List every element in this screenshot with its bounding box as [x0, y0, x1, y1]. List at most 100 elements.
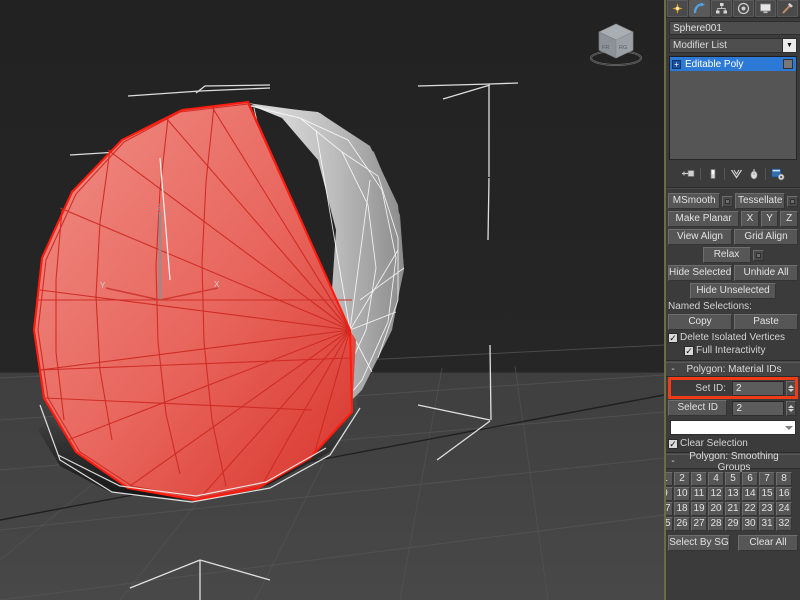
svg-text:Y: Y [100, 281, 106, 290]
grid-align-button[interactable]: Grid Align [734, 229, 798, 245]
command-panel-tabs[interactable] [666, 0, 800, 18]
display-tab[interactable] [755, 0, 776, 17]
relax-button[interactable]: Relax [702, 247, 751, 263]
material-ids-rollout-header[interactable]: - Polygon: Material IDs [666, 362, 800, 377]
motion-tab[interactable] [733, 0, 754, 17]
smoothing-group-16[interactable]: 16 [776, 487, 792, 501]
full-interactivity-checkbox[interactable]: ✓ [684, 345, 694, 356]
hierarchy-tab[interactable] [711, 0, 732, 17]
clear-all-button[interactable]: Clear All [738, 535, 798, 551]
material-name-dropdown[interactable] [670, 420, 796, 435]
copy-button[interactable]: Copy [668, 314, 732, 330]
smoothing-group-17[interactable]: 17 [666, 502, 673, 516]
remove-modifier-icon[interactable] [746, 167, 761, 182]
smoothing-groups-grid[interactable]: 1234567891011121314151617181920212223242… [666, 469, 800, 533]
material-ids-title: Polygon: Material IDs [686, 364, 782, 375]
set-id-field[interactable]: 2 [732, 381, 784, 396]
smoothing-group-25[interactable]: 25 [666, 517, 673, 531]
modifier-list-field[interactable]: Modifier List [669, 38, 783, 53]
smoothing-group-28[interactable]: 28 [708, 517, 724, 531]
smoothing-group-22[interactable]: 22 [742, 502, 758, 516]
smoothing-group-5[interactable]: 5 [725, 472, 741, 486]
clear-selection-checkbox[interactable]: ✓ [668, 438, 678, 449]
show-end-result-icon[interactable] [705, 167, 720, 182]
svg-text:FR: FR [602, 45, 609, 51]
msmooth-settings-button[interactable] [722, 195, 734, 207]
set-id-spinner[interactable] [786, 381, 796, 396]
viewcube-widget[interactable]: FR RG [585, 18, 647, 68]
smoothing-group-29[interactable]: 29 [725, 517, 741, 531]
select-id-field[interactable]: 2 [732, 400, 785, 416]
object-name-row[interactable] [666, 18, 800, 37]
toolbar-separator [700, 168, 701, 180]
smoothing-group-7[interactable]: 7 [759, 472, 775, 486]
smoothing-group-27[interactable]: 27 [691, 517, 707, 531]
smoothing-group-15[interactable]: 15 [759, 487, 775, 501]
smoothing-group-32[interactable]: 32 [776, 517, 792, 531]
modifier-list-row[interactable]: Modifier List ▼ [666, 37, 800, 56]
collapse-minus-icon[interactable]: - [666, 456, 680, 467]
collapse-minus-icon[interactable]: - [666, 364, 680, 375]
smoothing-group-21[interactable]: 21 [725, 502, 741, 516]
viewport-perspective[interactable]: Z X Y FR RG [0, 0, 664, 600]
select-id-spinner[interactable] [786, 400, 796, 416]
pin-stack-icon[interactable] [681, 167, 696, 182]
object-name-input[interactable] [669, 21, 800, 35]
hide-unselected-row: Hide Unselected [668, 283, 798, 299]
smoothing-group-20[interactable]: 20 [708, 502, 724, 516]
unhide-all-button[interactable]: Unhide All [734, 265, 798, 281]
smoothing-group-23[interactable]: 23 [759, 502, 775, 516]
smoothing-group-24[interactable]: 24 [776, 502, 792, 516]
smoothing-group-2[interactable]: 2 [674, 472, 690, 486]
smoothing-groups-rollout-header[interactable]: - Polygon: Smoothing Groups [666, 451, 800, 473]
smoothing-group-14[interactable]: 14 [742, 487, 758, 501]
delete-isolated-vertices-row[interactable]: ✓ Delete Isolated Vertices [668, 332, 798, 343]
smoothing-group-8[interactable]: 8 [776, 472, 792, 486]
utilities-tab[interactable] [777, 0, 798, 17]
msmooth-button[interactable]: MSmooth [668, 193, 721, 209]
stack-toggle-icon[interactable] [783, 59, 793, 69]
hide-unselected-button[interactable]: Hide Unselected [690, 283, 776, 299]
smoothing-group-4[interactable]: 4 [708, 472, 724, 486]
hide-selected-button[interactable]: Hide Selected [668, 265, 732, 281]
smoothing-group-18[interactable]: 18 [674, 502, 690, 516]
modifier-stack-toolbar[interactable] [666, 163, 800, 185]
create-tab[interactable] [667, 0, 688, 17]
delete-isolated-vertices-checkbox[interactable]: ✓ [668, 332, 678, 343]
expand-plus-icon[interactable]: + [672, 59, 681, 69]
smoothing-group-12[interactable]: 12 [708, 487, 724, 501]
stack-item-editable-poly[interactable]: + Editable Poly [670, 57, 796, 71]
smoothing-group-10[interactable]: 10 [674, 487, 690, 501]
smoothing-group-13[interactable]: 13 [725, 487, 741, 501]
configure-modifier-sets-icon[interactable] [770, 167, 785, 182]
relax-settings-button[interactable] [752, 249, 764, 261]
make-planar-x-button[interactable]: X [741, 211, 759, 227]
application-window: Z X Y FR RG Sphere001 Modifier List ▼ + … [0, 0, 800, 600]
smoothing-group-31[interactable]: 31 [759, 517, 775, 531]
make-planar-y-button[interactable]: Y [760, 211, 779, 227]
smoothing-group-1[interactable]: 1 [666, 472, 673, 486]
smoothing-group-30[interactable]: 30 [742, 517, 758, 531]
make-planar-button[interactable]: Make Planar [668, 211, 740, 227]
modify-tab[interactable] [689, 0, 710, 17]
command-panel[interactable]: Modifier List ▼ + Editable Poly [664, 0, 800, 600]
chevron-down-icon[interactable] [785, 425, 793, 430]
select-by-sg-button[interactable]: Select By SG [668, 535, 730, 551]
smoothing-group-26[interactable]: 26 [674, 517, 690, 531]
modifier-stack[interactable]: + Editable Poly [669, 56, 797, 160]
smoothing-group-3[interactable]: 3 [691, 472, 707, 486]
select-id-button[interactable]: Select ID [668, 400, 728, 416]
chevron-down-icon[interactable]: ▼ [783, 38, 797, 53]
full-interactivity-row[interactable]: ✓ Full Interactivity [668, 345, 798, 356]
make-unique-icon[interactable] [729, 167, 744, 182]
view-align-button[interactable]: View Align [668, 229, 732, 245]
smoothing-group-6[interactable]: 6 [742, 472, 758, 486]
make-planar-z-button[interactable]: Z [780, 211, 798, 227]
clear-selection-row[interactable]: ✓ Clear Selection [668, 438, 798, 449]
paste-button[interactable]: Paste [734, 314, 798, 330]
tessellate-settings-button[interactable] [787, 195, 798, 207]
smoothing-group-9[interactable]: 9 [666, 487, 673, 501]
smoothing-group-19[interactable]: 19 [691, 502, 707, 516]
tessellate-button[interactable]: Tessellate [735, 193, 785, 209]
smoothing-group-11[interactable]: 11 [691, 487, 707, 501]
